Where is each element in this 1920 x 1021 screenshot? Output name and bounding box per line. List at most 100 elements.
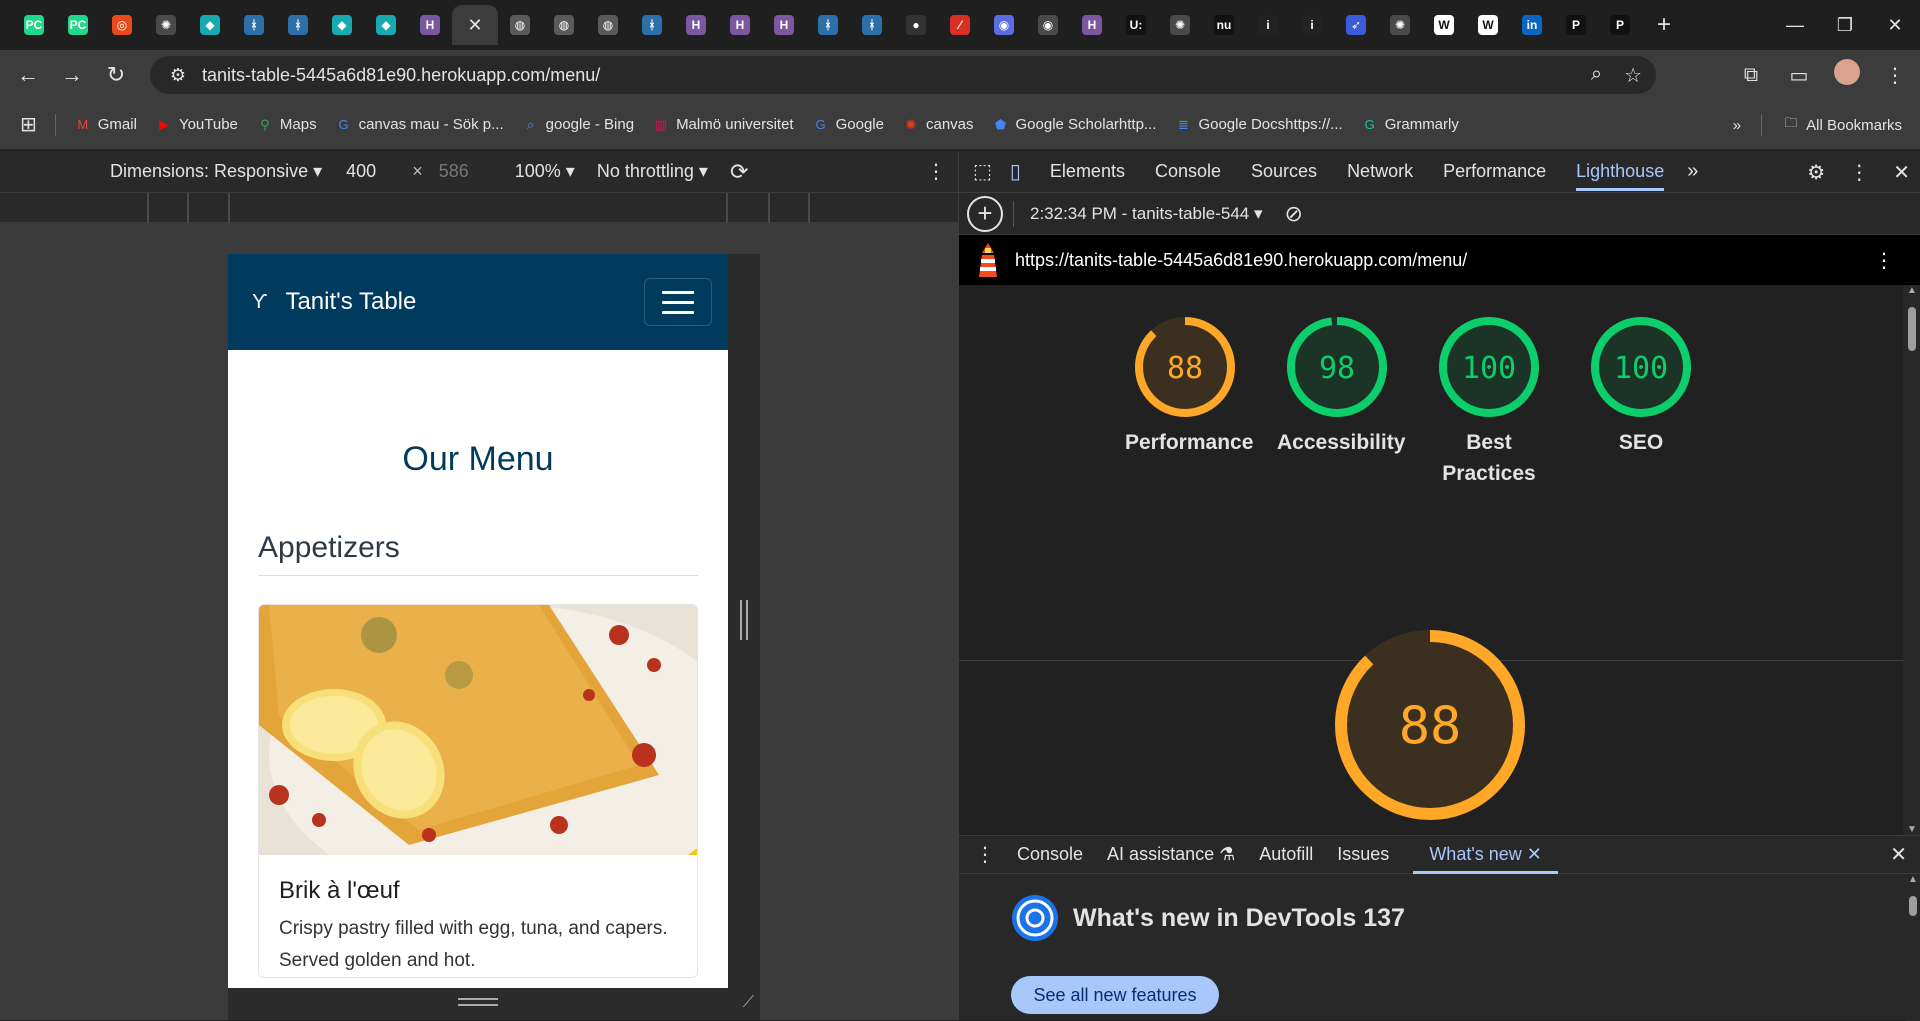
rotate-icon[interactable]: ⟳ <box>730 159 748 185</box>
report-menu-icon[interactable]: ⋮ <box>1874 248 1894 273</box>
bookmark-item[interactable]: ≣ Google Docshttps://... <box>1174 116 1343 134</box>
drawer-scrollbar[interactable]: ▲ <box>1905 874 1920 1021</box>
drawer-menu-icon[interactable]: ⋮ <box>975 842 995 867</box>
tab-sources[interactable]: Sources <box>1251 161 1317 182</box>
tab-network[interactable]: Network <box>1347 161 1413 182</box>
browser-tab[interactable]: nu <box>1202 5 1246 45</box>
drawer-tab-issues[interactable]: Issues <box>1337 844 1389 865</box>
tab-lighthouse[interactable]: Lighthouse <box>1576 161 1665 191</box>
score-gauge-best-practices[interactable]: 100 Best Practices <box>1413 317 1565 489</box>
bookmark-item[interactable]: ⬟ Google Scholarhttp... <box>992 116 1157 134</box>
bookmark-item[interactable]: ▥ Malmö universitet <box>652 116 794 134</box>
hamburger-menu-button[interactable] <box>644 278 712 326</box>
close-tab-icon[interactable]: ✕ <box>1522 844 1542 864</box>
browser-tab[interactable]: ◆ <box>320 5 364 45</box>
browser-tab[interactable]: ᚼ <box>850 5 894 45</box>
report-select[interactable]: 2:32:34 PM - tanits-table-544 ▾ <box>1030 204 1263 224</box>
browser-tab[interactable]: PC <box>12 5 56 45</box>
browser-tab[interactable]: i <box>1246 5 1290 45</box>
browser-tab[interactable]: P <box>1554 5 1598 45</box>
more-tabs-icon[interactable]: » <box>1687 160 1698 183</box>
tab-elements[interactable]: Elements <box>1050 161 1125 182</box>
zoom-select[interactable]: 100% ▾ <box>515 161 575 182</box>
all-bookmarks-button[interactable]: 🗀 All Bookmarks <box>1782 115 1902 134</box>
report-url[interactable]: https://tanits-table-5445a6d81e90.heroku… <box>1015 250 1467 271</box>
browser-tab[interactable]: ◍ <box>542 5 586 45</box>
report-scrollbar[interactable]: ▲ ▼ <box>1904 285 1920 835</box>
browser-tab[interactable]: ✺ <box>1158 5 1202 45</box>
settings-gear-icon[interactable]: ⚙ <box>1807 160 1825 185</box>
browser-tab[interactable]: W <box>1422 5 1466 45</box>
width-input[interactable]: 400 <box>346 161 376 182</box>
bookmark-item[interactable]: M Gmail <box>74 116 137 134</box>
tab-performance[interactable]: Performance <box>1443 161 1546 182</box>
browser-tab[interactable]: U: <box>1114 5 1158 45</box>
bookmark-item[interactable]: ⚲ Maps <box>256 116 316 134</box>
browser-tab[interactable]: ᚼ <box>276 5 320 45</box>
browser-tab[interactable]: ● <box>894 5 938 45</box>
dimensions-select[interactable]: Dimensions: Responsive ▾ <box>110 161 322 182</box>
address-bar[interactable]: ⚙ tanits-table-5445a6d81e90.herokuapp.co… <box>150 56 1656 94</box>
cast-icon[interactable]: ▭ <box>1782 63 1816 88</box>
bookmark-item[interactable]: Gcanvas mau - Sök p... <box>335 116 504 134</box>
extensions-icon[interactable]: ⧉ <box>1734 64 1768 87</box>
browser-tab[interactable]: ✺ <box>1378 5 1422 45</box>
drawer-tab-console[interactable]: Console <box>1017 844 1083 865</box>
right-resize-handle[interactable] <box>728 254 760 988</box>
browser-tab[interactable]: ◆ <box>364 5 408 45</box>
brand-logo-icon[interactable]: ϒ <box>252 291 267 314</box>
profile-avatar[interactable] <box>1830 59 1864 91</box>
browser-tab[interactable]: H <box>408 5 452 45</box>
score-gauge-accessibility[interactable]: 98 Accessibility <box>1261 317 1413 489</box>
address-url[interactable]: tanits-table-5445a6d81e90.herokuapp.com/… <box>202 65 600 86</box>
corner-resize-icon[interactable]: ⟋ <box>743 994 754 1012</box>
browser-tab[interactable]: ◎ <box>100 5 144 45</box>
bookmark-item[interactable]: ⌕ google - Bing <box>522 116 634 134</box>
bottom-resize-handle[interactable]: ⟋ <box>228 988 760 1020</box>
browser-tab[interactable]: ✕ <box>452 5 498 45</box>
device-options-icon[interactable]: ⋮ <box>926 159 946 184</box>
bookmark-item[interactable]: ✺ canvas <box>902 116 974 134</box>
browser-tab[interactable]: in <box>1510 5 1554 45</box>
site-info-icon[interactable]: ⚙ <box>160 65 196 86</box>
chrome-menu-icon[interactable]: ⋮ <box>1878 63 1912 88</box>
close-drawer-icon[interactable]: ✕ <box>1890 842 1907 867</box>
browser-tab[interactable]: i <box>1290 5 1334 45</box>
device-toggle-icon[interactable]: ▯ <box>1010 159 1021 184</box>
tab-console[interactable]: Console <box>1155 161 1221 182</box>
more-bookmarks-icon[interactable]: » <box>1733 117 1741 134</box>
browser-tab[interactable]: ◉ <box>1026 5 1070 45</box>
browser-tab[interactable]: H <box>1070 5 1114 45</box>
close-devtools-icon[interactable]: ✕ <box>1893 160 1910 185</box>
zoom-icon[interactable]: ⌕ <box>1591 63 1602 88</box>
browser-tab[interactable]: ✺ <box>144 5 188 45</box>
bookmark-star-icon[interactable]: ☆ <box>1624 63 1642 88</box>
browser-tab[interactable]: P <box>1598 5 1642 45</box>
new-tab-button[interactable]: + <box>1646 7 1682 43</box>
inspect-element-icon[interactable]: ⬚ <box>973 159 992 184</box>
forward-button[interactable]: → <box>50 53 94 97</box>
devtools-menu-icon[interactable]: ⋮ <box>1849 160 1869 185</box>
browser-tab[interactable]: PC <box>56 5 100 45</box>
clear-reports-icon[interactable]: ⊘ <box>1285 201 1303 227</box>
browser-tab[interactable]: ◉ <box>982 5 1026 45</box>
browser-tab[interactable]: ⁄ <box>938 5 982 45</box>
bookmark-item[interactable]: ▶ YouTube <box>155 116 238 134</box>
browser-tab[interactable]: H <box>674 5 718 45</box>
see-all-features-button[interactable]: See all new features <box>1011 976 1219 1014</box>
brand-name[interactable]: Tanit's Table <box>285 288 416 316</box>
drawer-tab-autofill[interactable]: Autofill <box>1259 844 1313 865</box>
height-input[interactable]: 586 <box>439 161 469 182</box>
browser-tab[interactable]: ◆ <box>188 5 232 45</box>
browser-tab[interactable]: ➶ <box>1334 5 1378 45</box>
close-window-button[interactable]: ✕ <box>1870 0 1920 50</box>
restore-button[interactable]: ❐ <box>1820 0 1870 50</box>
browser-tab[interactable]: ᚼ <box>630 5 674 45</box>
browser-tab[interactable]: ◍ <box>498 5 542 45</box>
throttling-select[interactable]: No throttling ▾ <box>597 161 708 182</box>
browser-tab[interactable]: H <box>718 5 762 45</box>
drawer-tab-ai-assistance[interactable]: AI assistance ⚗ <box>1107 844 1235 865</box>
browser-tab[interactable]: ᚼ <box>806 5 850 45</box>
browser-tab[interactable]: ᚼ <box>232 5 276 45</box>
reload-button[interactable]: ↻ <box>94 53 138 97</box>
